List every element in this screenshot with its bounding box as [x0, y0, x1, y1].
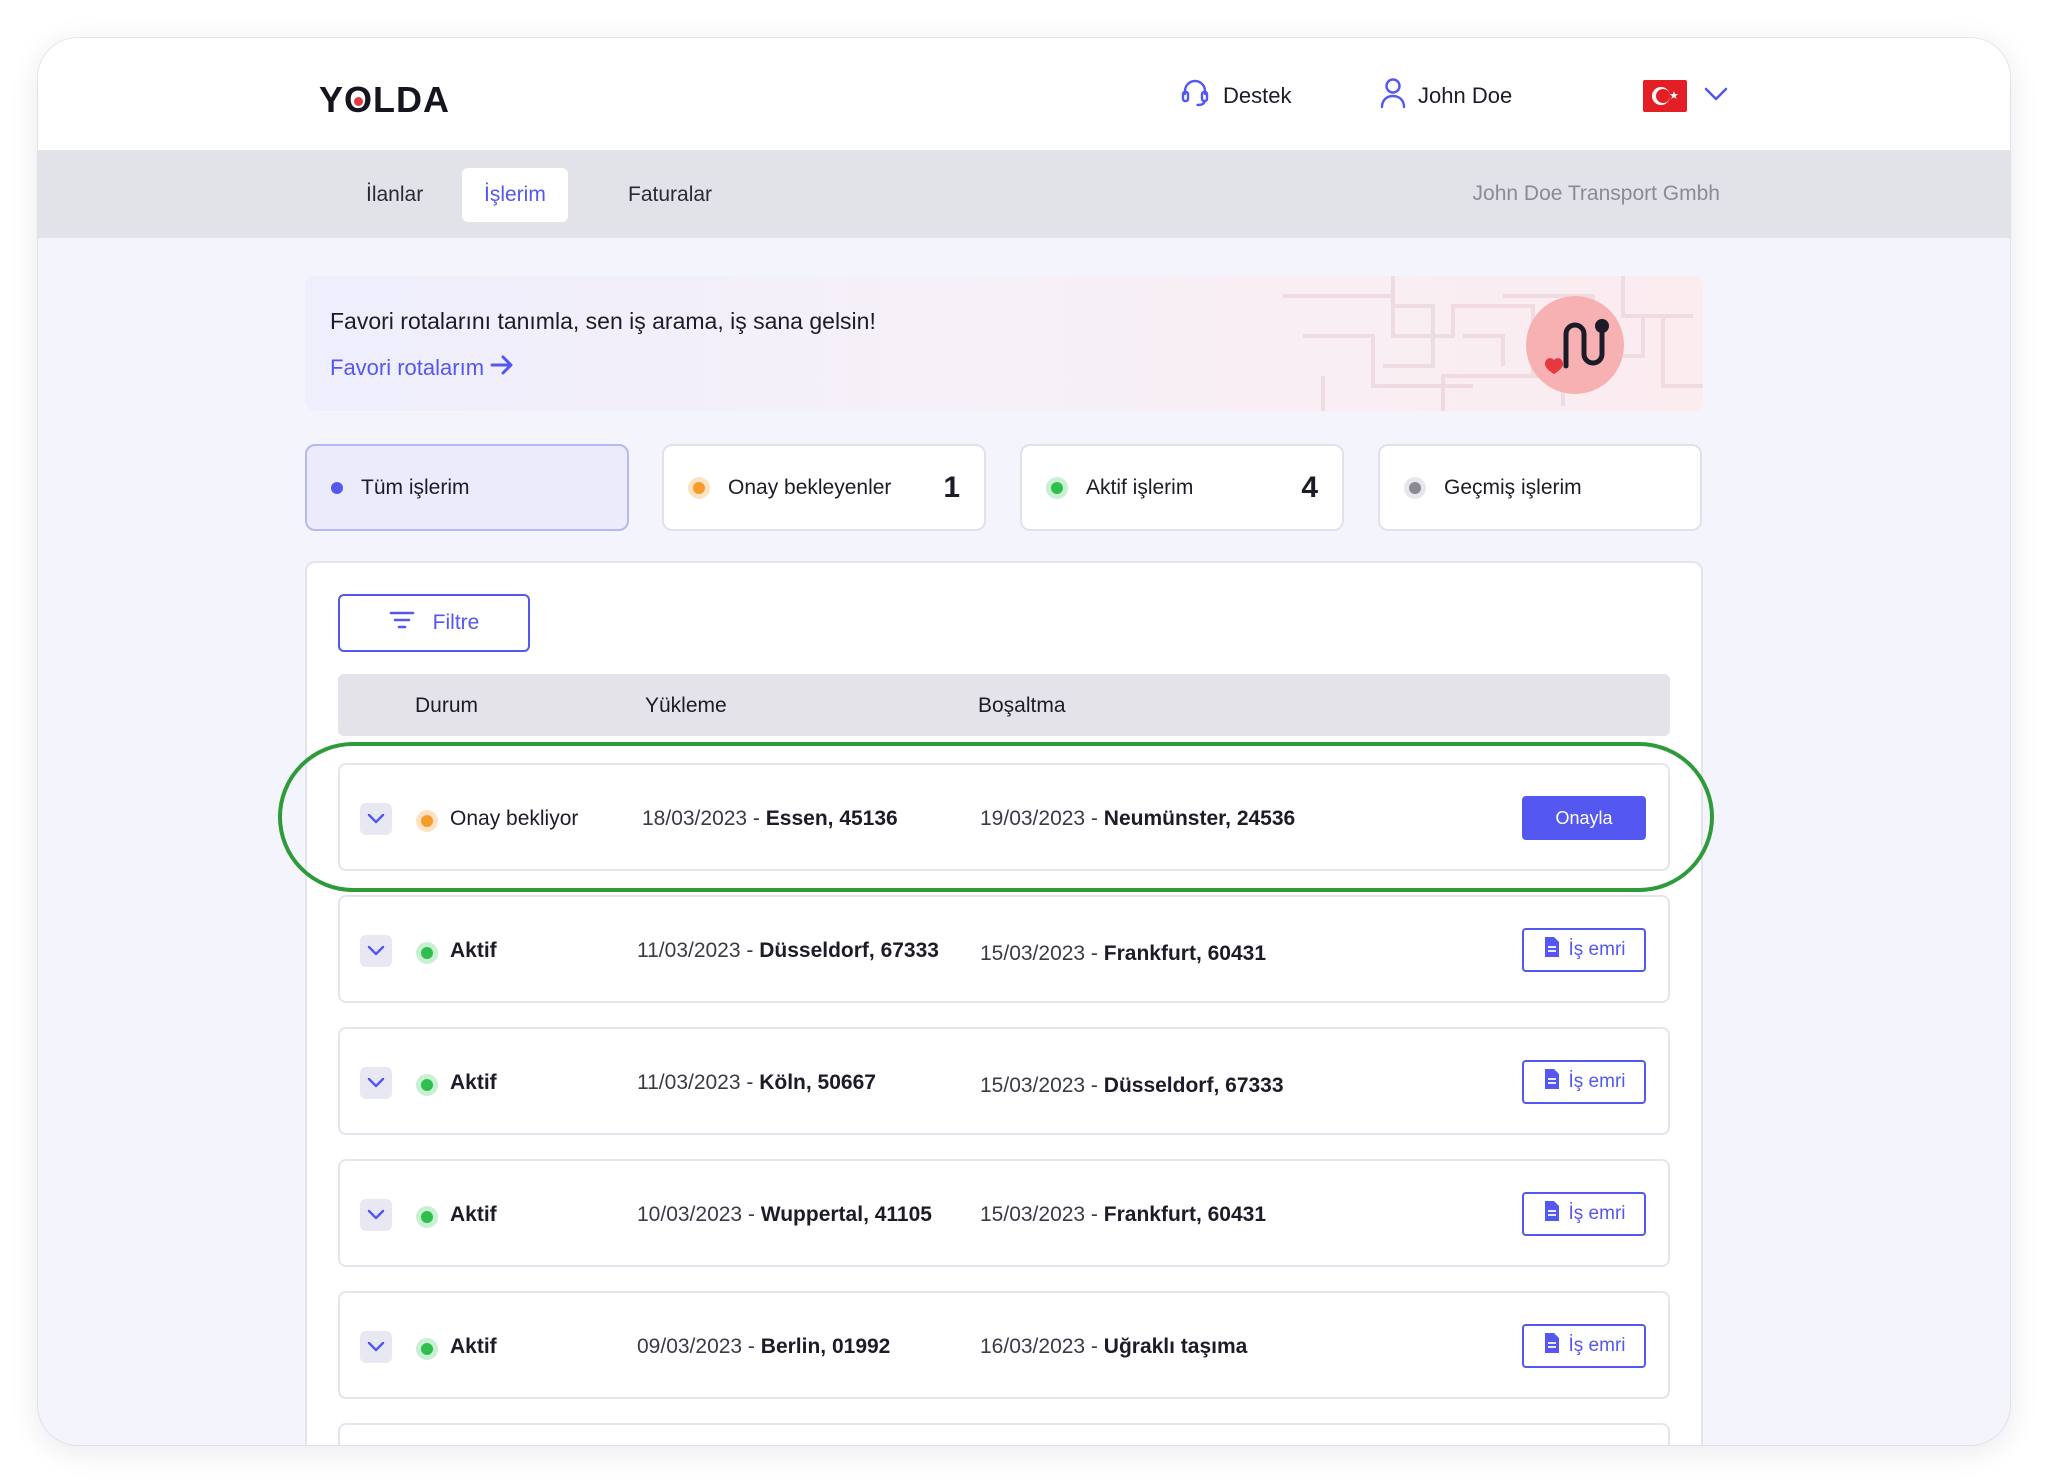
- banner-title: Favori rotalarını tanımla, sen iş arama,…: [330, 308, 876, 334]
- row-status: Aktif: [450, 1335, 497, 1358]
- expand-chevron-icon[interactable]: [360, 803, 392, 835]
- document-icon: [1543, 936, 1561, 964]
- status-card-label: Onay bekleyenler: [728, 475, 892, 499]
- tab-faturalar[interactable]: Faturalar: [606, 168, 734, 222]
- main-nav: İlanlar İşlerim Faturalar John Doe Trans…: [38, 150, 2010, 238]
- row-loading: 09/03/2023 - Berlin, 01992: [637, 1335, 891, 1358]
- favorite-routes-label: Favori rotalarım: [330, 355, 485, 380]
- top-header: YOLDA Destek John Doe ★: [38, 38, 2010, 150]
- table-row: [338, 1423, 1670, 1445]
- user-menu[interactable]: John Doe: [1380, 78, 1512, 114]
- document-icon: [1543, 1068, 1561, 1096]
- status-dot-icon: [416, 942, 438, 964]
- work-order-button[interactable]: İş emri: [1522, 1324, 1646, 1368]
- status-card-pending[interactable]: Onay bekleyenler 1: [662, 444, 986, 531]
- approve-button[interactable]: Onayla: [1522, 796, 1646, 840]
- status-dot-icon: [416, 810, 438, 832]
- row-loading: 10/03/2023 - Wuppertal, 41105: [637, 1203, 932, 1226]
- work-order-label: İş emri: [1568, 939, 1626, 960]
- row-loading: 11/03/2023 - Köln, 50667: [637, 1071, 876, 1094]
- row-loading: 18/03/2023 - Essen, 45136: [642, 807, 898, 830]
- row-status: Aktif: [450, 1071, 497, 1094]
- column-header-loading: Yükleme: [645, 694, 727, 717]
- route-heart-icon: [1526, 296, 1624, 394]
- expand-chevron-icon[interactable]: [360, 1199, 392, 1231]
- status-card-label: Tüm işlerim: [361, 475, 470, 499]
- company-name: John Doe Transport Gmbh: [1472, 182, 1720, 205]
- status-card-all[interactable]: Tüm işlerim: [305, 444, 629, 531]
- work-order-button[interactable]: İş emri: [1522, 1192, 1646, 1236]
- status-dot-icon: [416, 1206, 438, 1228]
- expand-chevron-icon[interactable]: [360, 1331, 392, 1363]
- yolda-logo[interactable]: YOLDA: [319, 79, 450, 121]
- status-dot-icon: [688, 476, 710, 499]
- status-card-count: 4: [1301, 470, 1318, 504]
- row-status: Onay bekliyor: [450, 807, 579, 830]
- support-label: Destek: [1223, 83, 1292, 108]
- document-icon: [1543, 1332, 1561, 1360]
- status-card-active[interactable]: Aktif işlerim 4: [1020, 444, 1344, 531]
- row-unloading: 15/03/2023 - Frankfurt, 60431: [980, 942, 1267, 965]
- arrow-right-icon: [490, 354, 514, 382]
- work-order-label: İş emri: [1568, 1203, 1626, 1224]
- support-link[interactable]: Destek: [1179, 78, 1291, 114]
- row-unloading: 19/03/2023 - Neumünster, 24536: [980, 807, 1296, 830]
- work-order-label: İş emri: [1568, 1335, 1626, 1356]
- work-order-label: İş emri: [1568, 1071, 1626, 1092]
- status-card-count: 1: [943, 470, 960, 504]
- row-status: Aktif: [450, 939, 497, 962]
- language-selector[interactable]: ★: [1643, 78, 1729, 114]
- expand-chevron-icon[interactable]: [360, 1067, 392, 1099]
- row-loading: 11/03/2023 - Düsseldorf, 67333: [637, 939, 939, 962]
- table-row[interactable]: Aktif 11/03/2023 - Köln, 50667 15/03/202…: [338, 1027, 1670, 1135]
- table-row[interactable]: Onay bekliyor 18/03/2023 - Essen, 45136 …: [338, 763, 1670, 871]
- row-status: Aktif: [450, 1203, 497, 1226]
- turkey-flag-icon: ★: [1643, 80, 1687, 112]
- work-order-button[interactable]: İş emri: [1522, 928, 1646, 972]
- headset-icon: [1179, 77, 1211, 115]
- filter-button[interactable]: Filtre: [338, 594, 530, 652]
- document-icon: [1543, 1200, 1561, 1228]
- row-unloading: 15/03/2023 - Düsseldorf, 67333: [980, 1074, 1284, 1097]
- user-icon: [1380, 77, 1406, 115]
- row-unloading: 16/03/2023 - Uğraklı taşıma: [980, 1335, 1248, 1358]
- chevron-down-icon: [1703, 83, 1729, 109]
- map-pattern-icon: [1283, 276, 1703, 411]
- tab-ilanlar[interactable]: İlanlar: [344, 168, 445, 222]
- status-card-label: Geçmiş işlerim: [1444, 475, 1582, 499]
- expand-chevron-icon[interactable]: [360, 935, 392, 967]
- filter-icon: [389, 610, 415, 636]
- column-header-unloading: Boşaltma: [978, 694, 1066, 717]
- status-card-label: Aktif işlerim: [1086, 475, 1194, 499]
- favorite-routes-link[interactable]: Favori rotalarım: [330, 354, 514, 382]
- status-dot-icon: [331, 481, 343, 494]
- table-row[interactable]: Aktif 10/03/2023 - Wuppertal, 41105 15/0…: [338, 1159, 1670, 1267]
- table-header: Durum Yükleme Boşaltma: [338, 674, 1670, 736]
- user-name: John Doe: [1418, 83, 1513, 108]
- work-order-button[interactable]: İş emri: [1522, 1060, 1646, 1104]
- status-card-past[interactable]: Geçmiş işlerim: [1378, 444, 1702, 531]
- status-dot-icon: [1046, 476, 1068, 499]
- status-dot-icon: [1404, 476, 1426, 499]
- table-row[interactable]: Aktif 11/03/2023 - Düsseldorf, 67333 15/…: [338, 895, 1670, 1003]
- status-dot-icon: [416, 1338, 438, 1360]
- tab-islerim[interactable]: İşlerim: [462, 168, 568, 222]
- status-dot-icon: [416, 1074, 438, 1096]
- table-row[interactable]: Aktif 09/03/2023 - Berlin, 01992 16/03/2…: [338, 1291, 1670, 1399]
- row-unloading: 15/03/2023 - Frankfurt, 60431: [980, 1203, 1267, 1226]
- favorite-routes-banner: Favori rotalarını tanımla, sen iş arama,…: [305, 276, 1703, 411]
- filter-label: Filtre: [432, 611, 480, 634]
- column-header-status: Durum: [415, 694, 479, 717]
